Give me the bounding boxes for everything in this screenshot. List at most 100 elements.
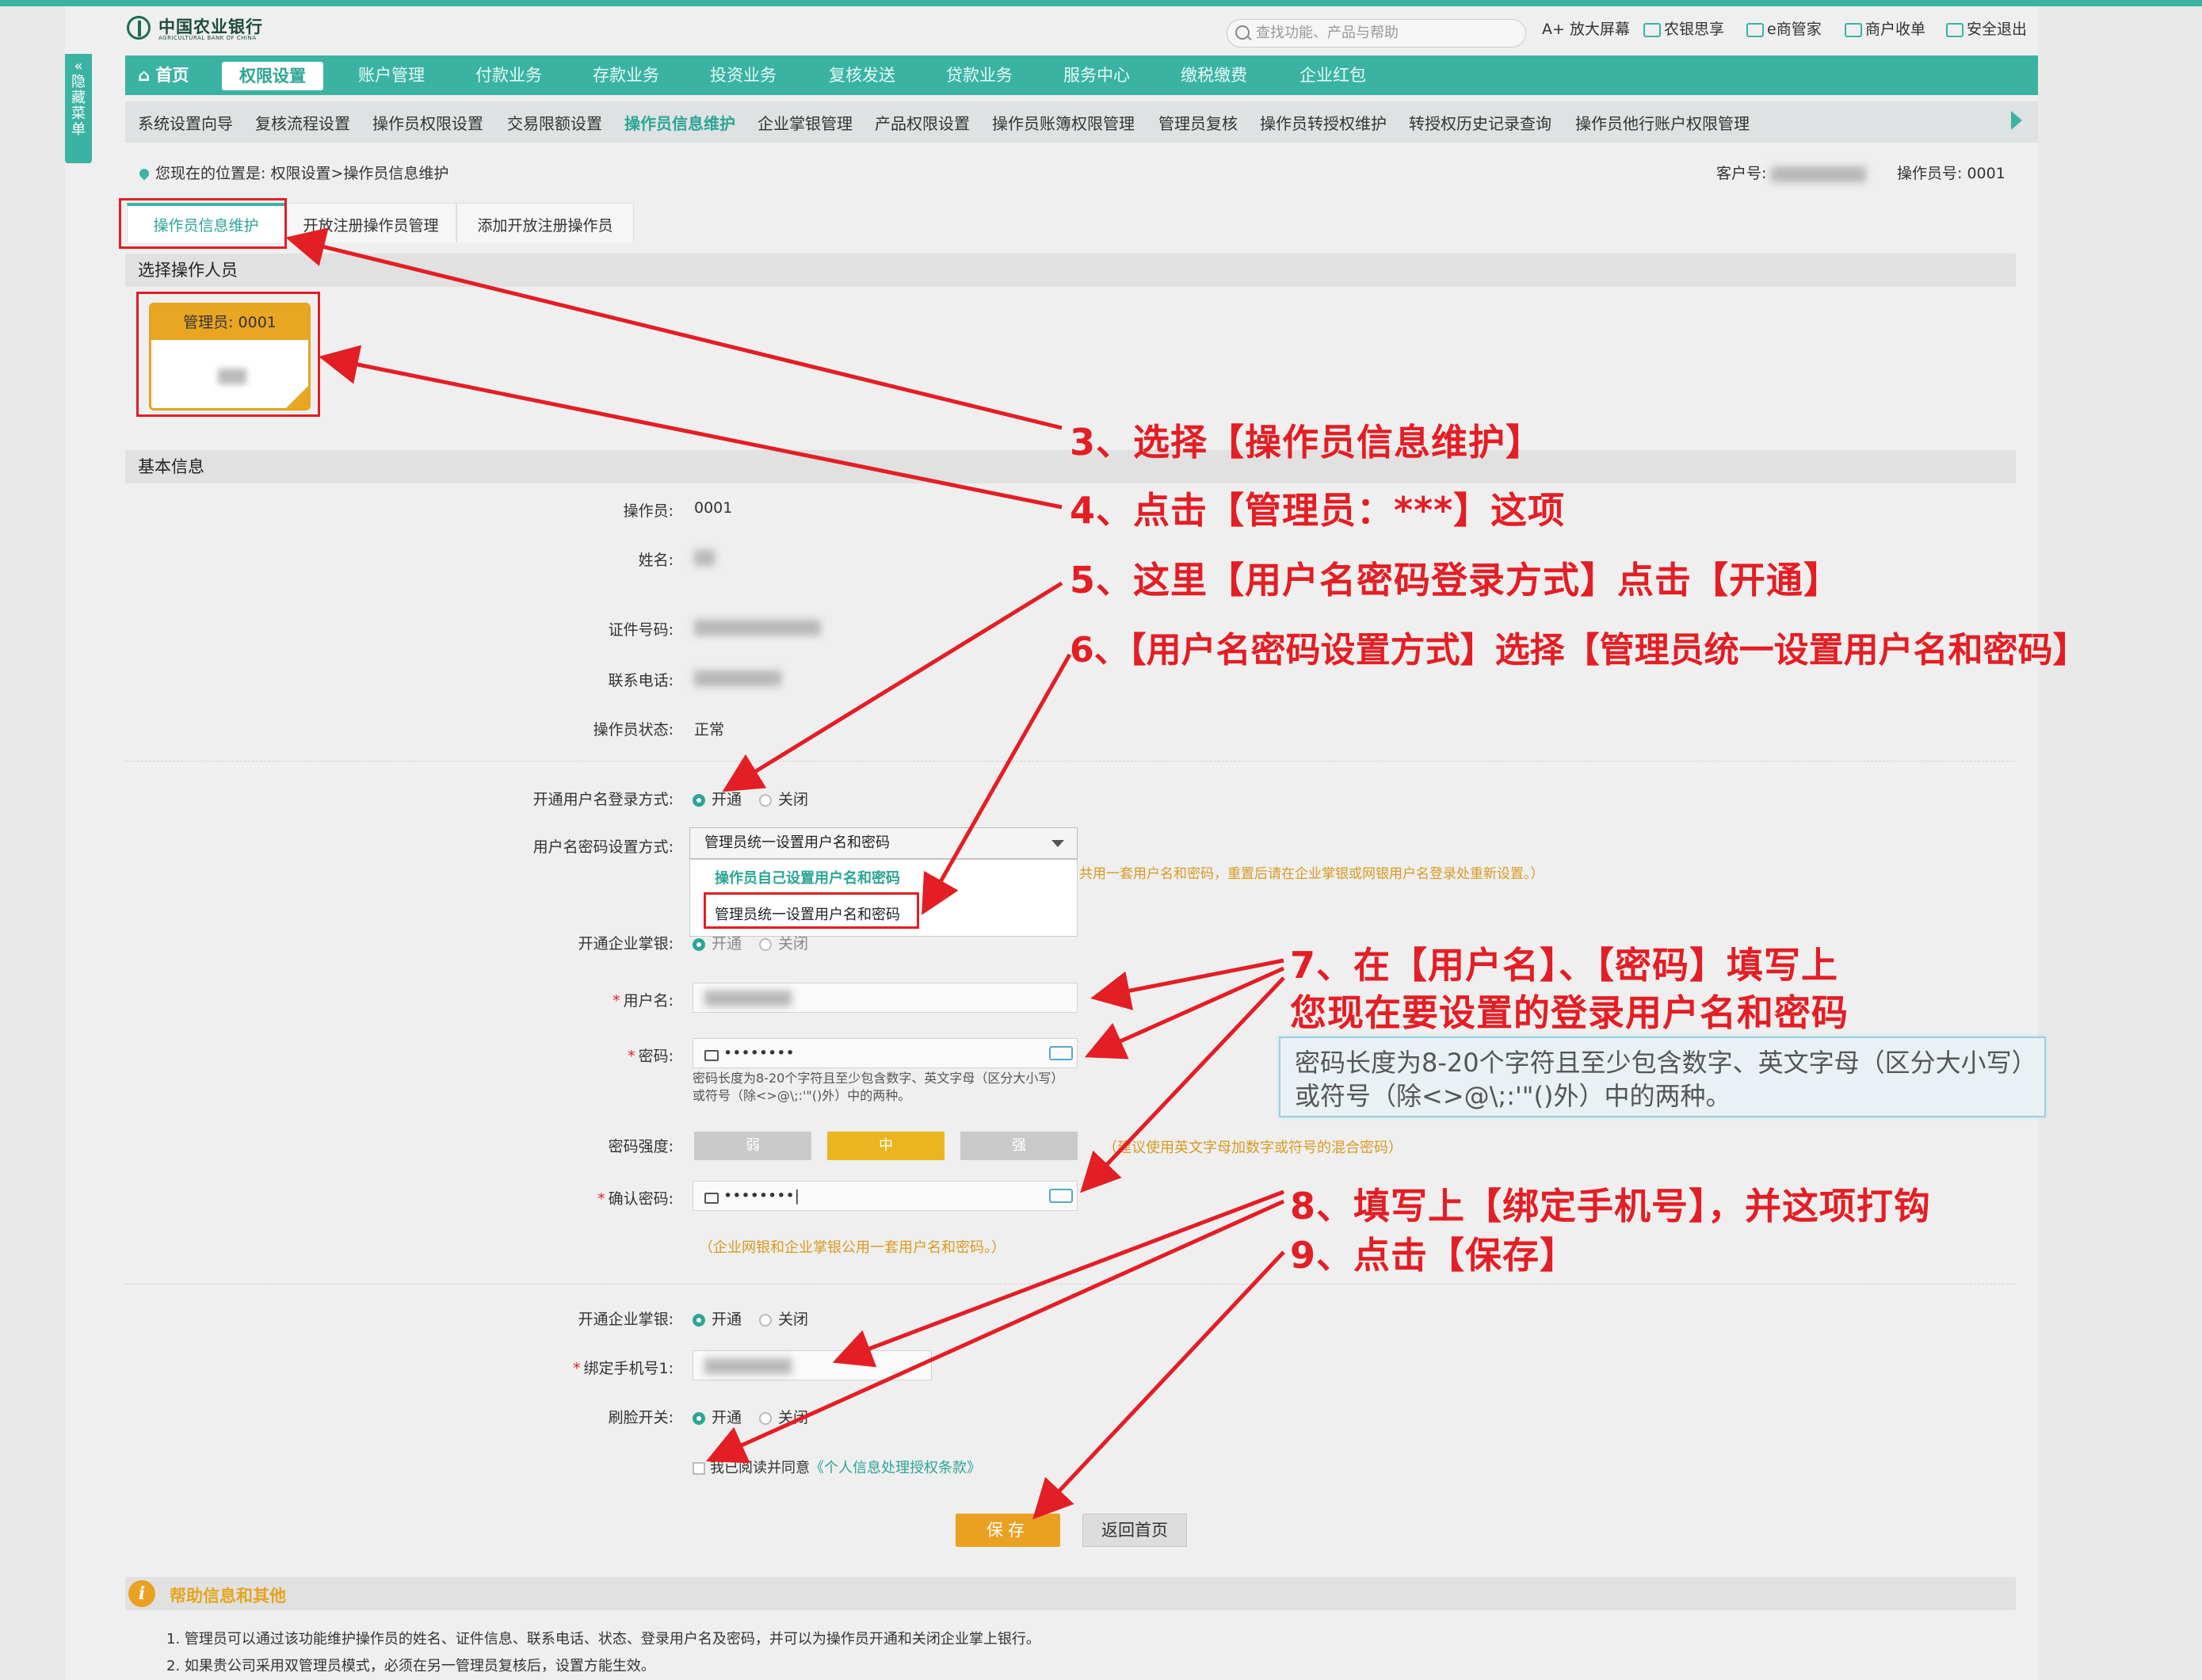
radio-on-icon (693, 1411, 705, 1425)
subnav-delegation[interactable]: 操作员转授权维护 (1260, 111, 1387, 134)
annotation-step8: 8、填写上【绑定手机号】，并这项打钩 (1290, 1185, 1932, 1228)
merchant-link[interactable]: 商户收单 (1845, 17, 1925, 39)
nav-tax[interactable]: 缴税缴费 (1181, 55, 1247, 95)
mobile-bank2-radio-off[interactable]: 关闭 (759, 1308, 808, 1329)
keyboard-icon[interactable] (1049, 1189, 1073, 1203)
subnav-review-flow[interactable]: 复核流程设置 (255, 111, 350, 134)
password-masked: •••••••• (723, 1044, 795, 1062)
subnav-delegation-history[interactable]: 转授权历史记录查询 (1409, 111, 1551, 134)
subnav-wizard[interactable]: 系统设置向导 (138, 111, 233, 134)
pwd-mode-selected: 管理员统一设置用户名和密码 (704, 834, 890, 851)
login-mode-radio-on[interactable]: 开通 (693, 788, 742, 809)
nav-permission[interactable]: 权限设置 (222, 62, 323, 90)
password-label-text: 密码: (638, 1048, 674, 1065)
nongyin-link[interactable]: 农银思享 (1643, 17, 1724, 39)
mobile-bank2-radio-on[interactable]: 开通 (693, 1308, 742, 1329)
radio-off-label: 关闭 (778, 791, 809, 808)
logout-link[interactable]: 安全退出 (1946, 17, 2027, 39)
scroll-right-icon[interactable] (2011, 111, 2022, 130)
mobile-bank-radio-off[interactable]: 关闭 (759, 932, 808, 953)
lock-icon (704, 1192, 719, 1204)
face-radio-off[interactable]: 关闭 (759, 1406, 808, 1427)
password-hint-line1: 密码长度为8-20个字符且至少包含数字、英文字母（区分大小写） (693, 1071, 1064, 1086)
search-placeholder: 查找功能、产品与帮助 (1256, 25, 1399, 41)
customer-no: 客户号: (1716, 162, 1867, 183)
login-mode-radio-off[interactable]: 关闭 (759, 788, 808, 809)
eshang-link[interactable]: e商管家 (1746, 17, 1822, 39)
nav-account[interactable]: 账户管理 (358, 55, 425, 95)
status-label: 操作员状态: (593, 721, 674, 739)
nav-investment[interactable]: 投资业务 (710, 55, 777, 95)
highlight-tab (119, 198, 287, 249)
mobile-bank-label: 开通企业掌银: (578, 935, 674, 953)
location-icon (137, 166, 151, 181)
divider (125, 761, 2016, 762)
save-button[interactable]: 保存 (956, 1514, 1060, 1547)
highlight-card (136, 292, 320, 417)
subnav-other-bank[interactable]: 操作员他行账户权限管理 (1575, 111, 1750, 134)
subnav-operator-permission[interactable]: 操作员权限设置 (372, 111, 483, 134)
customer-no-value (1771, 166, 1867, 182)
hide-menu-tab[interactable]: « 隐藏菜单 (65, 54, 92, 163)
agree-checkbox[interactable] (693, 1462, 705, 1475)
help-line-2: 2. 如果贵公司采用双管理员模式，必须在另一管理员复核后，设置方能生效。 (166, 1658, 655, 1674)
nav-review[interactable]: 复核发送 (829, 55, 895, 95)
keyboard-icon[interactable] (1049, 1046, 1073, 1060)
subnav-mobile-bank[interactable]: 企业掌银管理 (758, 111, 853, 134)
radio-on-icon (693, 937, 705, 951)
pwd-mode-select[interactable]: 管理员统一设置用户名和密码 (689, 827, 1078, 859)
login-mode-label: 开通用户名登录方式: (532, 791, 674, 808)
subnav-admin-review[interactable]: 管理员复核 (1158, 111, 1238, 134)
option-self-set[interactable]: 操作员自己设置用户名和密码 (715, 867, 900, 888)
subnav-operator-info[interactable]: 操作员信息维护 (624, 111, 735, 134)
subnav-ledger-permission[interactable]: 操作员账簿权限管理 (992, 111, 1135, 134)
tab-add-open-register[interactable]: 添加开放注册操作员 (456, 203, 634, 242)
password-hint: 密码长度为8-20个字符且至少包含数字、英文字母（区分大小写） 或符号（除<>@\… (693, 1070, 1063, 1105)
face-radio-on[interactable]: 开通 (693, 1406, 742, 1427)
phone-value (694, 669, 781, 686)
logout-label: 安全退出 (1967, 21, 2028, 38)
radio-off-icon (759, 793, 772, 807)
home-icon: ⌂ (138, 66, 151, 85)
eshang-label: e商管家 (1767, 21, 1822, 38)
operator-label: 操作员: (623, 502, 674, 520)
nav-loan[interactable]: 贷款业务 (946, 55, 1013, 95)
mobile-bank-radio-on[interactable]: 开通 (693, 932, 742, 953)
agree-row: 我已阅读并同意《个人信息处理授权条款》 (693, 1457, 981, 1477)
confirm-tip: （企业网银和企业掌银公用一套用户名和密码。） (699, 1239, 1006, 1256)
confirm-password-input[interactable]: ••••••••| (693, 1181, 1078, 1211)
radio-off-icon (759, 937, 772, 951)
nav-home[interactable]: ⌂ 首页 (138, 55, 189, 95)
password-input[interactable]: •••••••• (693, 1038, 1078, 1068)
operator-no: 操作员号: 0001 (1897, 162, 2005, 183)
radio-off-icon (759, 1411, 772, 1425)
nav-payment[interactable]: 付款业务 (475, 55, 542, 95)
mobile-bank2-label: 开通企业掌银: (578, 1311, 674, 1328)
operator-no-value: 0001 (1967, 165, 2005, 182)
search-input[interactable]: 查找功能、产品与帮助 (1227, 19, 1526, 48)
search-icon (1235, 25, 1250, 40)
nav-deposit[interactable]: 存款业务 (593, 55, 659, 95)
annotation-step9: 9、点击【保存】 (1290, 1234, 1578, 1277)
highlight-option (704, 892, 919, 929)
pwd-mode-label: 用户名密码设置方式: (532, 838, 674, 856)
bind-phone-input[interactable] (693, 1350, 932, 1380)
back-home-button[interactable]: 返回首页 (1082, 1514, 1187, 1547)
annotation-step7-line2: 您现在要设置的登录用户名和密码 (1290, 991, 1849, 1034)
share-icon (1643, 22, 1661, 37)
tab-open-register-manage[interactable]: 开放注册操作员管理 (285, 203, 456, 242)
subnav-limit[interactable]: 交易限额设置 (507, 111, 602, 134)
radio-off-label: 关闭 (778, 1311, 809, 1328)
status-value: 正常 (694, 721, 725, 739)
enlarge-screen-link[interactable]: A+ 放大屏幕 (1542, 17, 1630, 39)
operator-value: 0001 (694, 499, 733, 517)
nav-service[interactable]: 服务中心 (1063, 55, 1130, 95)
agree-link[interactable]: 《个人信息处理授权条款》 (810, 1460, 981, 1476)
collapse-icon: « (74, 58, 83, 74)
username-input[interactable] (693, 983, 1078, 1013)
strength-mid: 中 (827, 1132, 945, 1160)
subnav-product-permission[interactable]: 产品权限设置 (875, 111, 970, 134)
radio-on-label: 开通 (712, 935, 742, 953)
radio-on-icon (693, 1313, 705, 1327)
nav-redpacket[interactable]: 企业红包 (1299, 55, 1366, 95)
